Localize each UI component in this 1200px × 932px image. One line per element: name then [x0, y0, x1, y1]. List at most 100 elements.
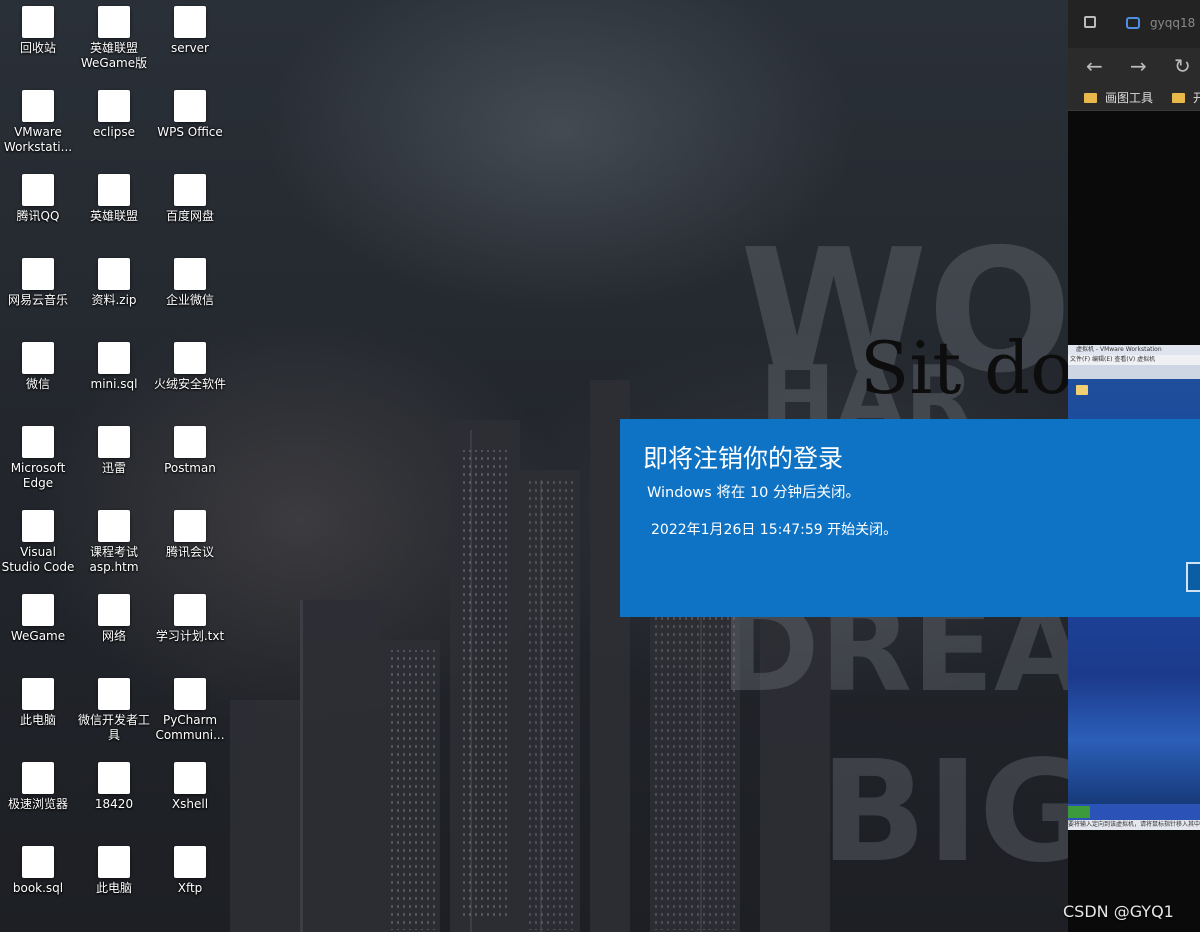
desktop-icon[interactable]: ↗ PyCharm Communi...: [152, 678, 228, 743]
sql-file-icon: ↗: [22, 846, 54, 878]
desktop-icon-label: 网易云音乐: [7, 293, 68, 307]
shortcut-arrow-icon: ↗: [22, 762, 54, 794]
desktop-icon[interactable]: ↗ Postman: [152, 426, 228, 476]
postman-icon: ↗: [174, 426, 206, 458]
desktop-icon[interactable]: ↗ 迅雷: [76, 426, 152, 476]
desktop-icon[interactable]: ↗ book.sql: [0, 846, 76, 896]
desktop-icon-label: 回收站: [19, 41, 56, 55]
desktop-icon[interactable]: ↗ 极速浏览器: [0, 762, 76, 812]
desktop-icon-label: 微信开发者工具: [77, 713, 150, 742]
desktop-icon-label: 腾讯QQ: [16, 209, 60, 223]
tencent-meeting-icon: ↗: [174, 510, 206, 542]
desktop-icon[interactable]: ↗ VMware Workstati...: [0, 90, 76, 155]
desktop-icon-label: Postman: [164, 461, 216, 475]
desktop-icon[interactable]: ↗ 此电脑: [0, 678, 76, 728]
vmware-menu-bar[interactable]: 文件(F) 编辑(E) 查看(V) 虚拟机: [1068, 355, 1200, 365]
desktop-icon[interactable]: ↗ mini.sql: [76, 342, 152, 392]
desktop-icon[interactable]: ↗ 学习计划.txt: [152, 594, 228, 644]
desktop-icon[interactable]: ↗ Xshell: [152, 762, 228, 812]
desktop-icon[interactable]: ↗ server: [152, 6, 228, 56]
shortcut-arrow-icon: ↗: [22, 678, 54, 710]
desktop-icon[interactable]: ↗ 课程考试 asp.htm: [76, 510, 152, 575]
desktop-icon[interactable]: ↗ 微信开发者工具: [76, 678, 152, 743]
shortcut-arrow-icon: ↗: [98, 846, 130, 878]
notice-close-button[interactable]: [1186, 562, 1200, 592]
shortcut-arrow-icon: ↗: [22, 426, 54, 458]
shortcut-arrow-icon: ↗: [98, 426, 130, 458]
desktop-icon[interactable]: ↗ Microsoft Edge: [0, 426, 76, 491]
desktop-icon[interactable]: ↗ 回收站: [0, 6, 76, 56]
desktop-icon[interactable]: ↗ eclipse: [76, 90, 152, 140]
bookmark-folder-2[interactable]: 开: [1172, 89, 1200, 106]
desktop-icon[interactable]: ↗ 英雄联盟 WeGame版: [76, 6, 152, 71]
pycharm-icon: ↗: [174, 678, 206, 710]
shortcut-arrow-icon: ↗: [22, 6, 54, 38]
desktop-icon[interactable]: ↗ 百度网盘: [152, 174, 228, 224]
edge-browser-icon: ↗: [22, 426, 54, 458]
desktop-icon-label: 微信: [25, 377, 50, 391]
logoff-notification: 即将注销你的登录 Windows 将在 10 分钟后关闭。 2022年1月26日…: [620, 419, 1200, 617]
shortcut-arrow-icon: ↗: [174, 426, 206, 458]
desktop-icon[interactable]: ↗ 火绒安全软件: [152, 342, 228, 392]
sql-file-icon: ↗: [98, 342, 130, 374]
wegame-icon: ↗: [22, 594, 54, 626]
text-file-icon: ↗: [174, 594, 206, 626]
shortcut-arrow-icon: ↗: [174, 594, 206, 626]
desktop-icon[interactable]: ↗ WeGame: [0, 594, 76, 644]
shortcut-arrow-icon: ↗: [22, 174, 54, 206]
recycle-bin-icon: ↗: [22, 6, 54, 38]
vm-start-button[interactable]: [1068, 806, 1090, 818]
shortcut-arrow-icon: ↗: [98, 90, 130, 122]
shortcut-arrow-icon: ↗: [174, 762, 206, 794]
desktop-icon-label: 此电脑: [19, 713, 56, 727]
notice-message: Windows 将在 10 分钟后关闭。: [647, 485, 861, 501]
desktop-icon-label: Xshell: [171, 797, 209, 811]
svg-text:BIG: BIG: [820, 731, 1094, 894]
forward-arrow-icon[interactable]: →: [1130, 54, 1147, 78]
back-arrow-icon[interactable]: ←: [1086, 54, 1103, 78]
desktop-icon[interactable]: ↗ 英雄联盟: [76, 174, 152, 224]
xshell-icon: ↗: [174, 762, 206, 794]
shortcut-arrow-icon: ↗: [22, 510, 54, 542]
this-pc-icon: ↗: [98, 846, 130, 878]
vmware-tab-bar[interactable]: [1068, 365, 1200, 379]
desktop-icon-label: 此电脑: [95, 881, 132, 895]
notice-shutdown-time: 2022年1月26日 15:47:59 开始关闭。: [651, 522, 898, 538]
wallpaper-text-sit: Sit do: [860, 326, 1074, 410]
shortcut-arrow-icon: ↗: [174, 6, 206, 38]
desktop-icon[interactable]: ↗ 腾讯会议: [152, 510, 228, 560]
desktop-icon[interactable]: ↗ 此电脑: [76, 846, 152, 896]
desktop-icon[interactable]: ↗ 18420: [76, 762, 152, 812]
reload-icon[interactable]: ↻: [1174, 54, 1191, 78]
desktop-icon[interactable]: ↗ 企业微信: [152, 258, 228, 308]
shortcut-arrow-icon: ↗: [98, 678, 130, 710]
browser-tab-title[interactable]: gyqq18: [1150, 16, 1195, 30]
wps-office-icon: ↗: [174, 90, 206, 122]
desktop-icon[interactable]: ↗ 腾讯QQ: [0, 174, 76, 224]
netease-music-icon: ↗: [22, 258, 54, 290]
desktop-icon-label: 极速浏览器: [7, 797, 68, 811]
shortcut-arrow-icon: ↗: [98, 762, 130, 794]
speed-browser-icon: ↗: [22, 762, 54, 794]
desktop-icon[interactable]: ↗ 微信: [0, 342, 76, 392]
desktop-icon[interactable]: ↗ 网络: [76, 594, 152, 644]
baidu-netdisk-icon: ↗: [174, 174, 206, 206]
desktop-icon[interactable]: ↗ 资料.zip: [76, 258, 152, 308]
shortcut-arrow-icon: ↗: [98, 510, 130, 542]
desktop-icon-label: 英雄联盟: [89, 209, 138, 223]
desktop-icon-label: WeGame: [10, 629, 66, 643]
shortcut-arrow-icon: ↗: [22, 90, 54, 122]
desktop-icon-label: Xftp: [177, 881, 203, 895]
desktop-icon[interactable]: ↗ Visual Studio Code: [0, 510, 76, 575]
desktop-icon[interactable]: ↗ WPS Office: [152, 90, 228, 140]
vm-folder-icon[interactable]: [1076, 385, 1088, 395]
desktop-icon-label: 18420: [94, 797, 134, 811]
shortcut-arrow-icon: ↗: [98, 342, 130, 374]
desktop-icon[interactable]: ↗ 网易云音乐: [0, 258, 76, 308]
vmware-status-bar: 要将输入定向到该虚拟机，请将鼠标指针移入其中: [1068, 820, 1200, 830]
desktop-icon[interactable]: ↗ Xftp: [152, 846, 228, 896]
bookmark-folder-drawing-tools[interactable]: 画图工具: [1084, 89, 1153, 106]
shortcut-arrow-icon: ↗: [174, 678, 206, 710]
this-pc-icon: ↗: [22, 678, 54, 710]
tab-actions-icon[interactable]: [1084, 16, 1096, 28]
